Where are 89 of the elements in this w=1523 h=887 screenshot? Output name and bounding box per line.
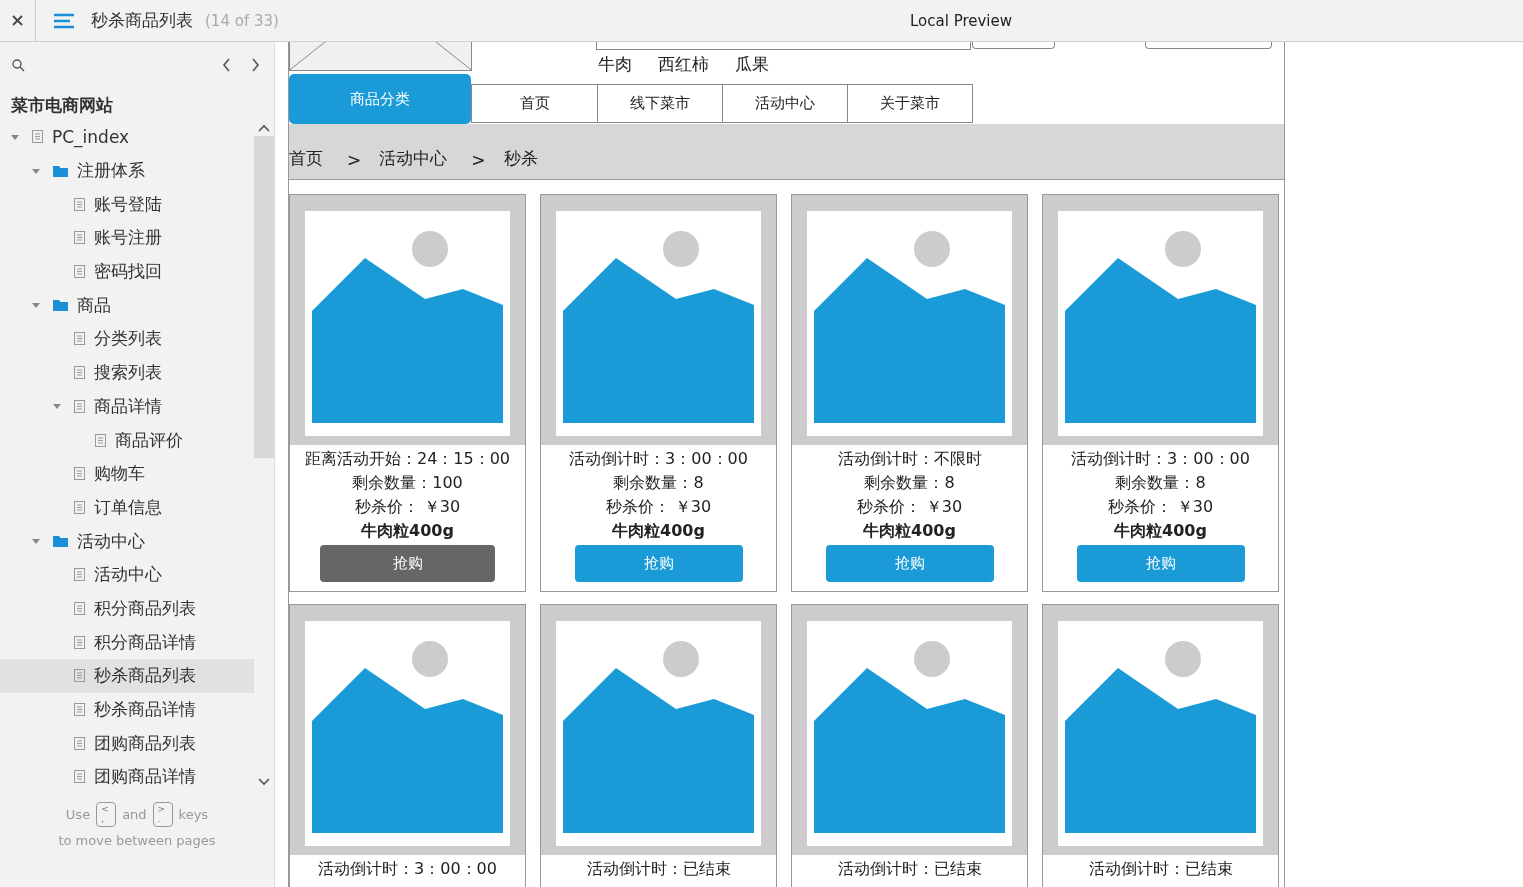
page-count: (14 of 33) <box>205 11 279 30</box>
key-cap: < , <box>96 802 117 827</box>
header-button[interactable] <box>1145 42 1272 49</box>
stock-text: 剩余数量：8 <box>1115 472 1206 494</box>
next-icon[interactable] <box>251 58 260 72</box>
hint-text: to move between pages <box>57 833 217 848</box>
timer-text: 活动倒计时：不限时 <box>837 448 982 470</box>
page-icon <box>32 130 43 144</box>
hint-text: Use <box>65 807 91 822</box>
page-icon <box>74 467 85 481</box>
search-button[interactable] <box>972 42 1055 49</box>
product-name: 牛肉粒400g <box>863 520 956 542</box>
tree-item[interactable]: 购物车 <box>0 456 254 491</box>
page-icon <box>74 197 85 211</box>
tree-item[interactable]: 秒杀商品详情 <box>0 692 254 727</box>
tree-item[interactable]: 积分商品列表 <box>0 591 254 626</box>
page-icon <box>74 231 85 245</box>
folder-icon <box>53 299 68 312</box>
hint-text: and <box>122 807 147 822</box>
tree-item[interactable]: 商品 <box>0 288 254 323</box>
tree-item[interactable]: 团购商品详情 <box>0 760 254 794</box>
breadcrumb-separator: > <box>347 150 362 170</box>
tree-item[interactable]: 积分商品详情 <box>0 625 254 659</box>
page-icon <box>74 736 85 750</box>
product-name: 牛肉粒400g <box>612 520 705 542</box>
menu-icon[interactable] <box>54 12 74 29</box>
timer-text: 活动倒计时：3：00：00 <box>1071 448 1250 470</box>
key-cap: > . <box>152 802 173 827</box>
scroll-up-icon[interactable] <box>258 124 270 132</box>
previous-icon[interactable] <box>222 58 231 72</box>
breadcrumb-link[interactable]: 活动中心 <box>379 147 448 170</box>
close-icon[interactable] <box>12 15 23 26</box>
tree-item[interactable]: 活动中心 <box>0 524 254 558</box>
page-icon <box>74 568 85 582</box>
product-name: 牛肉粒400g <box>361 520 454 542</box>
page-icon <box>74 635 85 649</box>
page-icon <box>74 669 85 683</box>
breadcrumb-link[interactable]: 首页 <box>289 147 323 170</box>
tree-item[interactable]: 分类列表 <box>0 322 254 356</box>
page-icon <box>74 500 85 514</box>
price-text: 秒杀价： ￥30 <box>856 496 963 518</box>
page-icon <box>74 265 85 279</box>
timer-text: 活动倒计时：已结束 <box>1088 858 1233 880</box>
page-icon <box>74 399 85 413</box>
page-icon <box>74 366 85 380</box>
tree-item[interactable]: 密码找回 <box>0 254 254 289</box>
tree-item[interactable]: PC_index <box>0 120 254 154</box>
price-text: 秒杀价： ￥30 <box>605 496 712 518</box>
search-icon[interactable] <box>12 58 25 72</box>
tree-item[interactable]: 注册体系 <box>0 153 254 188</box>
folder-icon <box>53 535 68 548</box>
timer-text: 活动倒计时：已结束 <box>837 858 982 880</box>
price-text: 秒杀价： ￥30 <box>354 496 461 518</box>
page-icon <box>74 332 85 346</box>
price-text: 秒杀价： ￥30 <box>1107 496 1214 518</box>
scroll-thumb[interactable] <box>254 136 274 458</box>
tree-item[interactable]: 商品详情 <box>0 389 254 424</box>
stock-text: 剩余数量：100 <box>352 472 463 494</box>
product-name: 牛肉粒400g <box>1114 520 1207 542</box>
timer-text: 活动倒计时：3：00：00 <box>569 448 748 470</box>
stock-text: 剩余数量：8 <box>613 472 704 494</box>
tree-item[interactable]: 商品评价 <box>0 423 254 457</box>
timer-text: 活动倒计时：已结束 <box>586 858 731 880</box>
site-title: 菜市电商网站 <box>10 94 114 117</box>
breadcrumb-separator: > <box>471 150 486 170</box>
stock-text: 剩余数量：8 <box>864 472 955 494</box>
hot-word-link[interactable]: 瓜果 <box>735 56 769 72</box>
tree-item[interactable]: 活动中心 <box>0 557 254 592</box>
hot-word-link[interactable]: 西红柿 <box>658 56 709 72</box>
tree-item[interactable]: 秒杀商品列表 <box>0 659 254 693</box>
preview-label: Local Preview <box>910 11 1013 30</box>
folder-icon <box>53 164 68 177</box>
tree-item[interactable]: 订单信息 <box>0 490 254 525</box>
tree-item[interactable]: 团购商品列表 <box>0 726 254 761</box>
hot-word-link[interactable]: 牛肉 <box>598 56 632 72</box>
page-title: 秒杀商品列表 <box>91 9 193 32</box>
hint-text: keys <box>178 807 209 822</box>
page-icon <box>74 770 85 784</box>
scroll-down-icon[interactable] <box>258 778 270 786</box>
tree-item[interactable]: 搜索列表 <box>0 355 254 390</box>
timer-text: 距离活动开始：24：15：00 <box>304 448 511 470</box>
page-icon <box>95 433 106 447</box>
tree-item[interactable]: 账号注册 <box>0 221 254 255</box>
page-icon <box>74 703 85 717</box>
timer-text: 活动倒计时：3：00：00 <box>318 858 497 880</box>
page-icon <box>74 601 85 615</box>
tree-item[interactable]: 账号登陆 <box>0 187 254 222</box>
search-field[interactable] <box>596 42 971 50</box>
breadcrumb-link[interactable]: 秒杀 <box>503 147 538 170</box>
